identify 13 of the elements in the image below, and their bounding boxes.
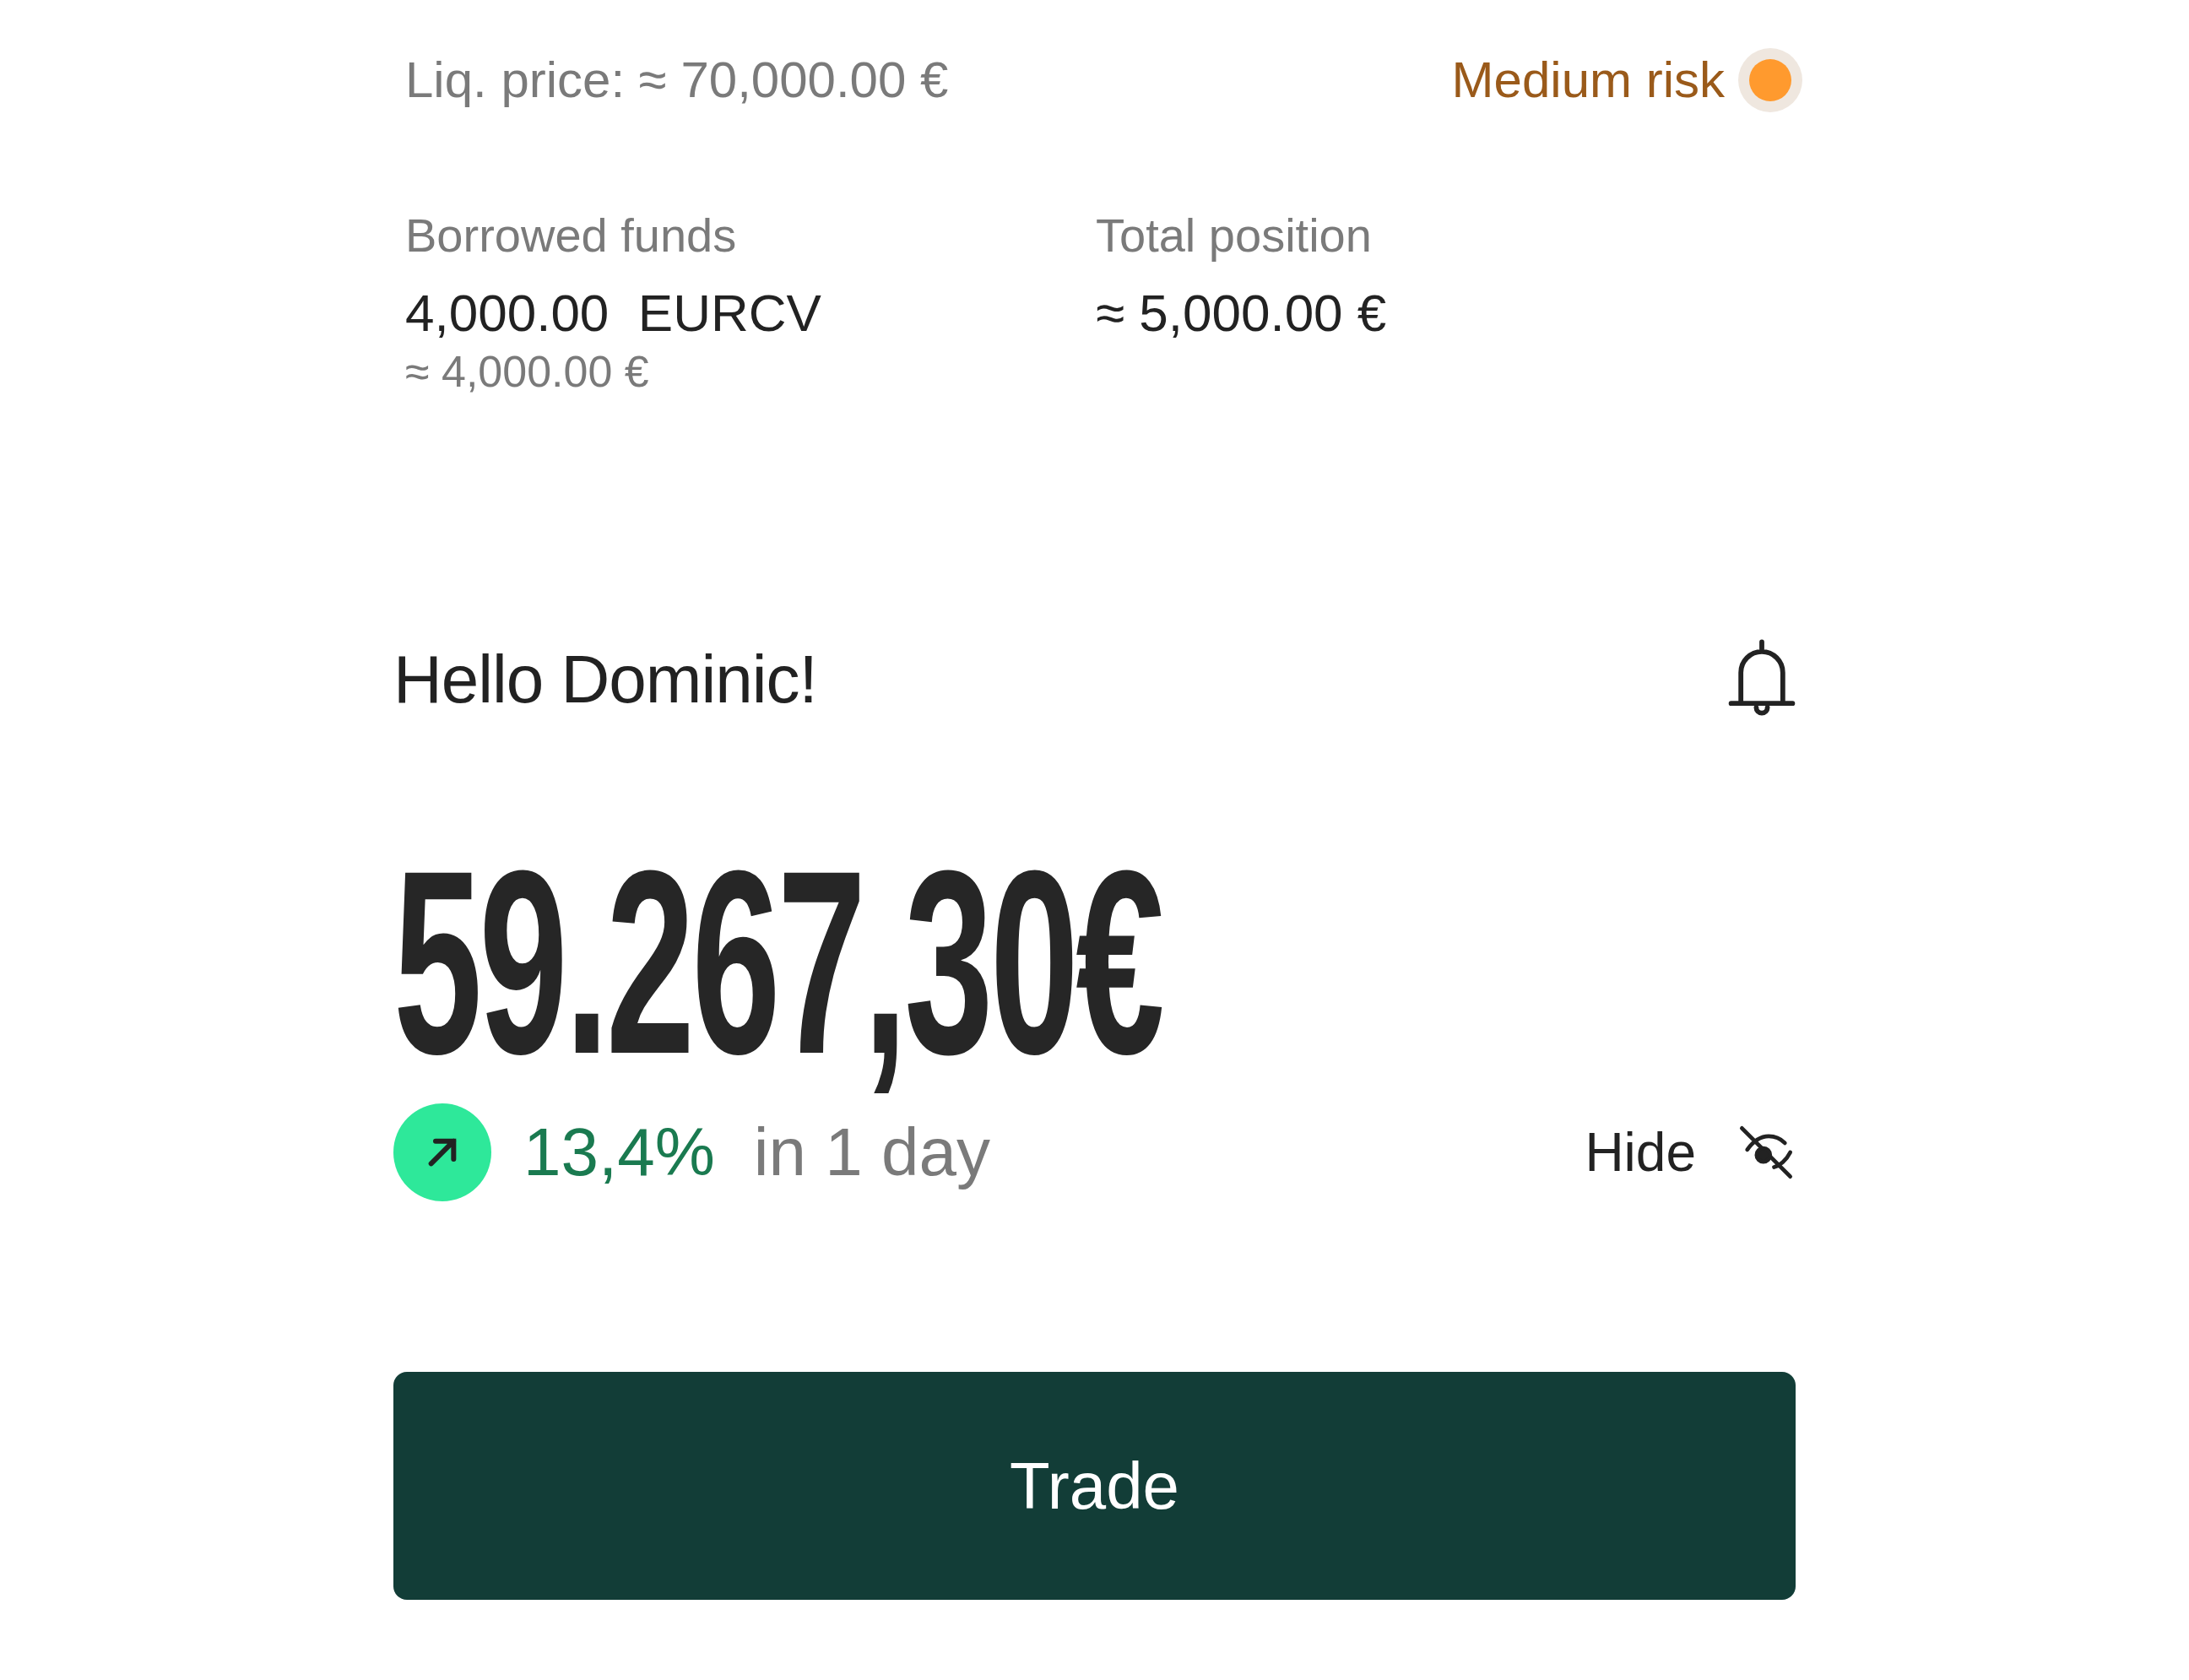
stat-label: Borrowed funds <box>405 208 737 263</box>
stat-value: 4,000.00 EURCV <box>405 283 821 344</box>
greeting: Hello Dominic! <box>393 641 817 718</box>
balance-amount: 59.267,30€ <box>393 832 1162 1093</box>
change-percent: 13,4% <box>523 1114 715 1191</box>
risk-label: Medium risk <box>1451 51 1725 110</box>
stat-value: ≈ 5,000.00 € <box>1096 283 1387 344</box>
liquidation-price: Liq. price: ≈ 70,000.00 € <box>405 51 949 110</box>
stat-subvalue: ≈ 4,000.00 € <box>405 345 649 398</box>
stat-label: Total position <box>1096 208 1372 263</box>
hide-button[interactable]: Hide <box>1585 1112 1796 1193</box>
trade-button[interactable]: Trade <box>393 1372 1796 1600</box>
change-period: in 1 day <box>753 1114 991 1191</box>
